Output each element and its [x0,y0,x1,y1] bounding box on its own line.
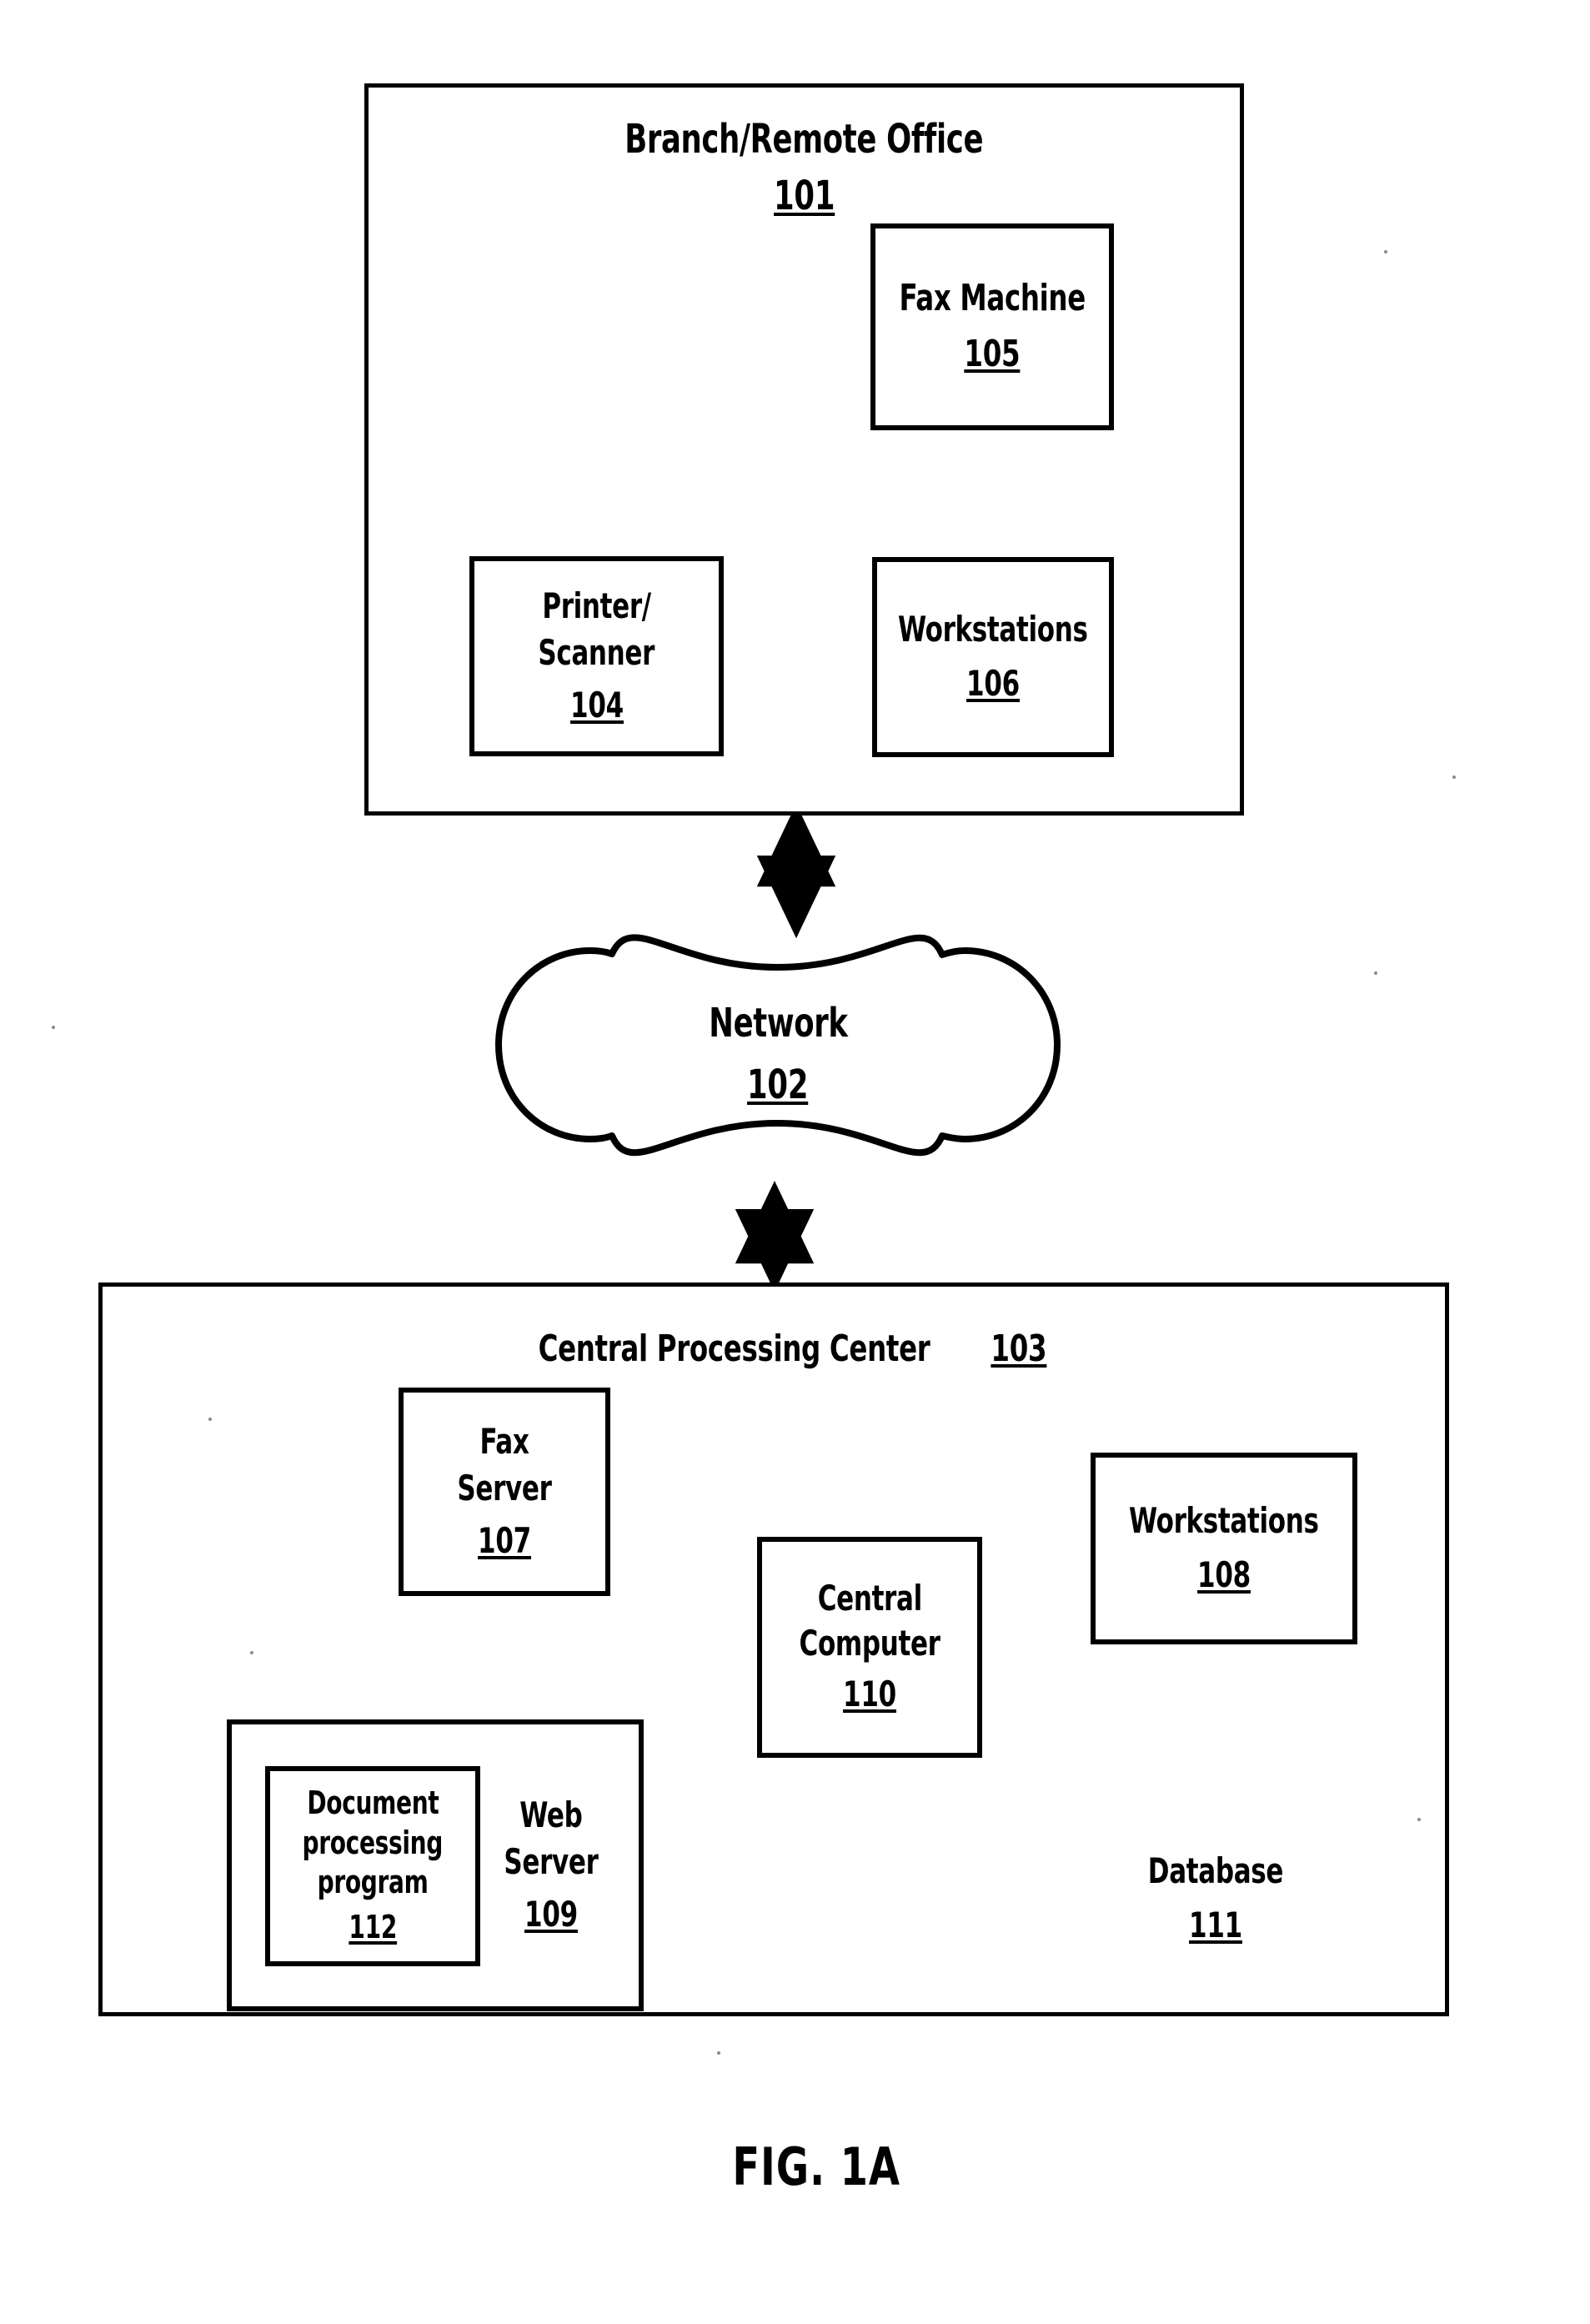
doc-program-label-line1: Document [306,1784,439,1822]
scan-speck [250,1651,253,1654]
fax-server-label-line1: Fax [479,1420,529,1462]
doc-program-ref: 112 [349,1909,397,1946]
web-server-label-line2: Server [504,1840,599,1882]
figure-caption: FIG. 1A [732,2136,900,2197]
doc-program-label-line3: program [317,1863,429,1900]
central-processing-center-title: Central Processing Center [538,1328,930,1370]
scan-speck [1452,776,1456,779]
printer-scanner-ref: 104 [569,684,624,725]
web-server-ref: 109 [524,1893,578,1935]
workstations-108-label: Workstations [1129,1499,1319,1541]
document-processing-program-box: Document processing program 112 [265,1766,480,1966]
workstations-106-label: Workstations [898,608,1088,650]
central-computer-label-line1: Central [817,1578,922,1619]
branch-office-title: Branch/Remote Office [624,116,984,163]
central-computer-box: Central Computer 110 [757,1537,982,1758]
central-processing-center-header: Central Processing Center 103 [98,1328,1449,1372]
database-label: Database [1147,1850,1284,1891]
fax-machine-label: Fax Machine [899,276,1086,319]
workstations-106-box: Workstations 106 [872,557,1114,757]
workstations-108-ref: 108 [1197,1554,1251,1595]
central-processing-center-ref: 103 [990,1328,1047,1370]
scan-speck [1417,1818,1421,1821]
workstations-108-box: Workstations 108 [1091,1453,1357,1644]
central-computer-ref: 110 [843,1674,896,1715]
fax-server-ref: 107 [478,1519,531,1561]
printer-scanner-label-line2: Scanner [538,631,655,673]
branch-office-ref: 101 [773,172,835,219]
network-ref: 102 [747,1061,809,1108]
database-text: Database 111 [1131,1845,1301,1953]
central-computer-label-line2: Computer [799,1623,940,1664]
scan-speck [717,2051,720,2055]
network-cloud-text: Network 102 [582,1001,974,1108]
fax-server-label-line2: Server [457,1467,552,1508]
scan-speck [52,1026,55,1029]
printer-scanner-box: Printer/ Scanner 104 [469,556,724,756]
fax-server-box: Fax Server 107 [399,1388,610,1596]
scan-speck [208,1418,212,1421]
patent-figure-page: Branch/Remote Office 101 Fax Machine 105… [0,0,1590,2324]
fax-machine-box: Fax Machine 105 [870,223,1114,430]
printer-scanner-label-line1: Printer/ [542,585,651,626]
branch-office-header: Branch/Remote Office 101 [364,117,1244,220]
database-ref: 111 [1189,1904,1242,1945]
fax-machine-ref: 105 [964,332,1021,375]
scan-speck [1374,971,1377,975]
workstations-106-ref: 106 [966,662,1020,704]
doc-program-label-line2: processing [302,1824,444,1861]
web-server-label-line1: Web [519,1794,583,1835]
network-label: Network [708,999,848,1047]
scan-speck [1384,250,1387,253]
